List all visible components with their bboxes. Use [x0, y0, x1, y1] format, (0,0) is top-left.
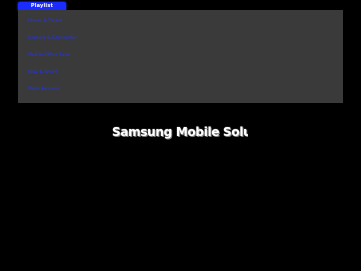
- page: Playlist Phone & Tablet Camera & Camcord…: [0, 0, 361, 271]
- menu-item-camera-camcorder[interactable]: Camera & Camcorder: [28, 35, 77, 43]
- dropdown-menu-panel: Phone & Tablet Camera & Camcorder Mobile…: [18, 10, 343, 103]
- menu-item-more-services[interactable]: More Services: [28, 86, 60, 94]
- menu-item-stay-share[interactable]: Stay & Share: [28, 69, 57, 77]
- page-headline: Samsung Mobile Solutions: [112, 125, 248, 139]
- menu-item-phone-tablet[interactable]: Phone & Tablet: [28, 18, 62, 26]
- menu-item-mobile-office-suite[interactable]: Mobile Office Suite: [28, 52, 70, 60]
